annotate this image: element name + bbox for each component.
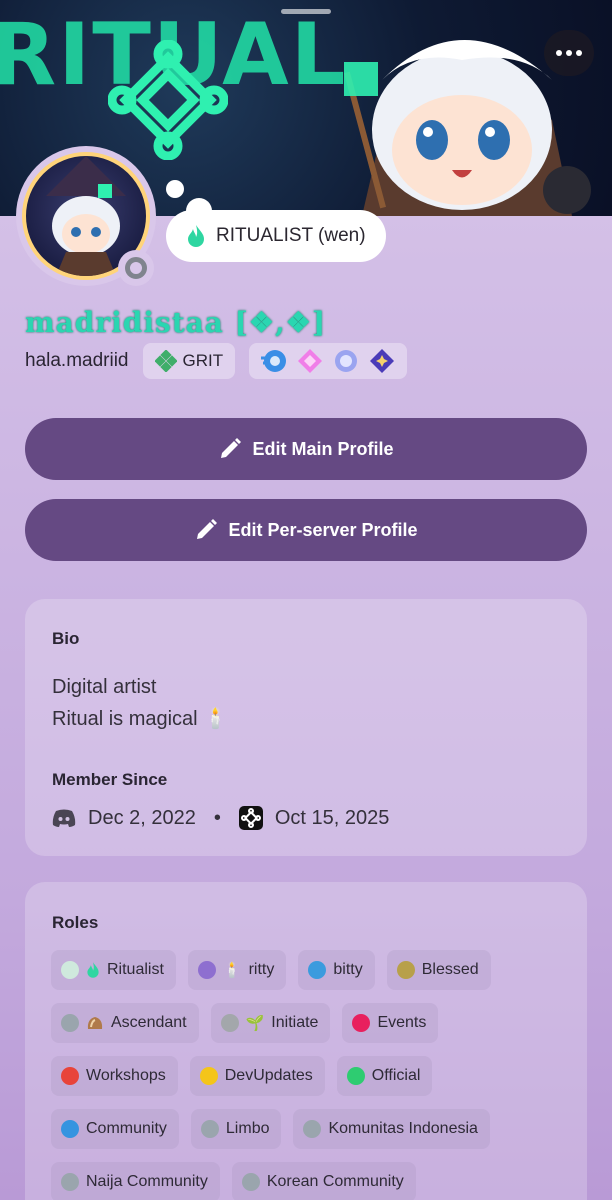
sheet-grabber[interactable] — [281, 9, 331, 14]
role-color-dot — [61, 1120, 79, 1138]
role-label: Limbo — [225, 1120, 270, 1137]
role-color-dot — [61, 961, 79, 979]
role-label: Naija Community — [86, 1173, 208, 1190]
ascendant-icon — [87, 1017, 103, 1029]
role-pill[interactable]: bitty — [298, 950, 375, 990]
edit-main-profile-button[interactable]: Edit Main Profile — [25, 418, 587, 480]
role-color-dot — [197, 961, 216, 979]
role-emoji: 🌱 — [245, 1015, 265, 1032]
role-label: Events — [377, 1014, 427, 1031]
role-pill[interactable]: Ascendant — [51, 1003, 199, 1043]
role-pill[interactable]: Naija Community — [51, 1162, 220, 1200]
discord-join-date: Dec 2, 2022 — [88, 806, 196, 829]
member-since-row: Dec 2, 2022 • Oct 15, 2025 — [52, 803, 389, 833]
bio-heading: Bio — [52, 629, 80, 648]
role-pill[interactable]: Korean Community — [231, 1162, 416, 1200]
discord-logo-icon — [52, 809, 76, 827]
role-pill[interactable]: 🕯️ ritty — [187, 950, 287, 990]
role-pill[interactable]: 🌱 Initiate — [210, 1003, 331, 1043]
offline-status-indicator — [118, 250, 154, 286]
bio-line: Digital artist — [52, 676, 157, 698]
roles-card: Roles Ritualist 🕯️ ritty bitty Blessed Ascend… — [25, 882, 587, 1200]
role-pill[interactable]: Ritualist — [51, 950, 176, 990]
role-color-dot — [61, 1067, 79, 1085]
date-separator: • — [213, 806, 221, 829]
role-emoji: 🕯️ — [222, 962, 242, 979]
custom-status[interactable]: RITUALIST (wen) — [166, 210, 386, 262]
edit-per-server-profile-button[interactable]: Edit Per-server Profile — [25, 499, 587, 561]
role-color-dot — [346, 1067, 365, 1085]
guild-tag-icon — [154, 350, 177, 372]
role-color-dot — [308, 961, 327, 979]
role-color-dot — [200, 1120, 219, 1138]
role-icon — [86, 1015, 104, 1031]
username: hala.madriid — [25, 350, 129, 371]
role-pill[interactable]: Events — [342, 1003, 439, 1043]
role-label: Community — [86, 1120, 167, 1137]
role-pill[interactable]: DevUpdates — [189, 1056, 325, 1096]
role-label: Initiate — [271, 1014, 319, 1031]
green-flame-icon — [87, 962, 99, 978]
badges-row[interactable] — [249, 343, 408, 379]
orbs-icon — [370, 349, 395, 373]
role-color-dot — [61, 1173, 79, 1191]
handle-row: hala.madriid GRIT — [25, 343, 408, 379]
edit-main-profile-label: Edit Main Profile — [252, 438, 394, 459]
status-bubble-tail — [166, 180, 184, 198]
green-flame-icon — [188, 225, 204, 247]
role-color-dot — [220, 1014, 239, 1032]
pencil-icon — [221, 438, 242, 458]
endless-knot-icon — [108, 40, 228, 160]
roles-list: Ritualist 🕯️ ritty bitty Blessed Ascendant 🌱 In… — [51, 950, 571, 1200]
bio-line: Ritual is magical 🕯️ — [52, 708, 229, 730]
role-label: Ritualist — [107, 961, 164, 978]
member-since-heading: Member Since — [52, 770, 168, 789]
pencil-icon — [197, 519, 218, 539]
role-color-dot — [61, 1014, 79, 1032]
server-join-date: Oct 15, 2025 — [274, 806, 390, 829]
role-color-dot — [241, 1173, 260, 1191]
bio-text: Digital artist Ritual is magical 🕯️ — [52, 671, 228, 735]
role-pill[interactable]: Blessed — [386, 950, 491, 990]
more-options-button[interactable] — [544, 30, 594, 76]
role-label: Official — [371, 1067, 421, 1084]
quest-icon — [335, 350, 358, 372]
dot-icon — [566, 50, 572, 56]
roles-heading: Roles — [52, 913, 99, 932]
role-label: ritty — [248, 961, 275, 978]
role-label: DevUpdates — [224, 1067, 313, 1084]
guild-tag-label: GRIT — [182, 351, 224, 370]
role-color-dot — [199, 1067, 218, 1085]
role-pill[interactable]: Official — [336, 1056, 433, 1096]
role-label: Workshops — [86, 1067, 166, 1084]
display-name: madridistaa [❖,❖] — [25, 306, 327, 339]
role-pill[interactable]: Community — [51, 1109, 179, 1149]
dot-icon — [556, 50, 562, 56]
role-color-dot — [352, 1014, 371, 1032]
nitro-icon — [261, 350, 287, 372]
guild-tag[interactable]: GRIT — [142, 343, 236, 379]
role-color-dot — [396, 961, 415, 979]
server-icon — [238, 806, 263, 830]
role-label: Blessed — [421, 961, 479, 978]
role-icon — [86, 962, 100, 978]
role-color-dot — [303, 1120, 322, 1138]
edit-per-server-profile-label: Edit Per-server Profile — [228, 519, 418, 540]
role-pill[interactable]: Komunitas Indonesia — [293, 1109, 490, 1149]
role-pill[interactable]: Workshops — [51, 1056, 178, 1096]
role-label: bitty — [333, 961, 363, 978]
role-label: Ascendant — [111, 1014, 187, 1031]
role-pill[interactable]: Limbo — [190, 1109, 282, 1149]
bio-card: Bio Digital artist Ritual is magical 🕯️ … — [25, 599, 587, 856]
custom-status-text: RITUALIST (wen) — [216, 225, 366, 246]
boost-gem-icon — [298, 349, 323, 373]
role-label: Komunitas Indonesia — [328, 1120, 478, 1137]
dot-icon — [576, 50, 582, 56]
role-label: Korean Community — [266, 1173, 404, 1190]
